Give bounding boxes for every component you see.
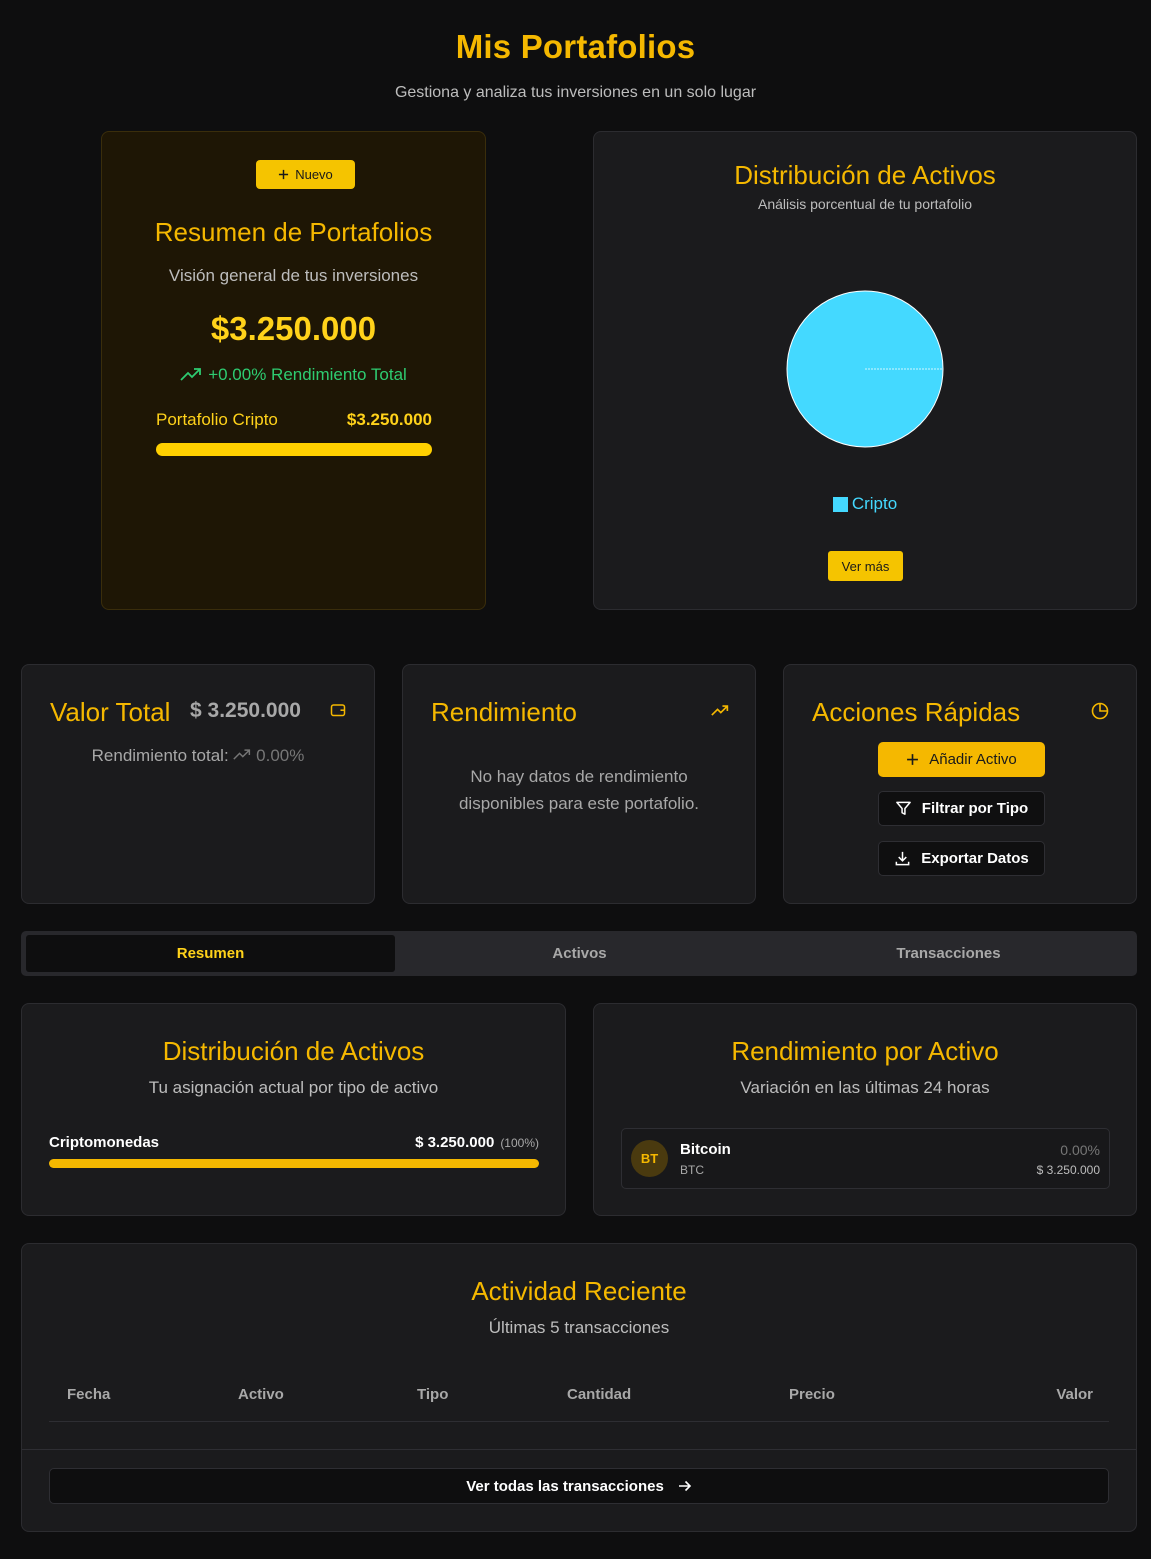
portfolio-row[interactable]: Portafolio Cripto $3.250.000 bbox=[156, 410, 432, 430]
page-subtitle: Gestiona y analiza tus inversiones en un… bbox=[394, 84, 757, 101]
portfolio-value: $3.250.000 bbox=[346, 410, 432, 429]
allocation-title: Distribución de Activos bbox=[162, 1036, 425, 1066]
performance-empty-message: No hay datos de rendimiento disponibles … bbox=[403, 763, 755, 817]
plus-icon bbox=[279, 169, 289, 180]
allocation-bar bbox=[49, 1159, 539, 1168]
asset-change: 0.00% bbox=[1060, 1142, 1100, 1158]
performance-card: Rendimiento No hay datos de rendimiento … bbox=[402, 664, 756, 904]
legend-swatch-cripto bbox=[832, 496, 848, 512]
asset-value: $ 3.250.000 bbox=[1036, 1163, 1100, 1177]
view-all-transactions-button[interactable]: Ver todas las transacciones bbox=[49, 1468, 1109, 1504]
column-header-tipo[interactable]: Tipo bbox=[417, 1386, 448, 1403]
pie-chart-icon bbox=[1091, 702, 1109, 720]
divider bbox=[22, 1449, 1136, 1450]
summary-title: Resumen de Portafolios bbox=[154, 217, 433, 247]
total-performance-pct: 0.00% bbox=[256, 746, 305, 765]
recent-activity-card: Actividad Reciente Últimas 5 transaccion… bbox=[21, 1243, 1137, 1532]
column-header-fecha[interactable]: Fecha bbox=[67, 1386, 110, 1403]
list-item[interactable]: BT Bitcoin BTC 0.00% $ 3.250.000 bbox=[621, 1128, 1110, 1189]
total-value-amount: $ 3.250.000 bbox=[190, 699, 301, 722]
total-performance-line: Rendimiento total: 0.00% bbox=[22, 746, 374, 766]
allocation-amount-group: $ 3.250.000 (100%) bbox=[415, 1134, 539, 1151]
distribution-chart-title: Distribución de Activos bbox=[734, 160, 996, 190]
asset-performance-title: Rendimiento por Activo bbox=[731, 1036, 999, 1066]
total-performance-label: Rendimiento total: bbox=[91, 746, 229, 765]
see-more-button[interactable]: Ver más bbox=[828, 551, 903, 581]
download-icon bbox=[895, 851, 910, 866]
activity-title: Actividad Reciente bbox=[471, 1276, 687, 1306]
allocation-card: Distribución de Activos Tu asignación ac… bbox=[21, 1003, 566, 1216]
pie-chart bbox=[786, 290, 944, 448]
summary-performance-text: +0.00% Rendimiento Total bbox=[208, 365, 407, 384]
quick-actions-title: Acciones Rápidas bbox=[812, 697, 1021, 727]
portfolio-summary-card: Nuevo Resumen de Portafolios Visión gene… bbox=[101, 131, 486, 610]
asset-performance-card: Rendimiento por Activo Variación en las … bbox=[593, 1003, 1137, 1216]
asset-symbol: BTC bbox=[680, 1163, 704, 1177]
trending-up-icon bbox=[711, 705, 729, 716]
wallet-icon bbox=[330, 704, 346, 717]
summary-performance: +0.00% Rendimiento Total bbox=[102, 365, 485, 385]
arrow-right-icon bbox=[678, 1480, 691, 1492]
tab-activos[interactable]: Activos bbox=[395, 935, 764, 972]
table-header: Fecha Activo Tipo Cantidad Precio Valor bbox=[49, 1386, 1109, 1422]
filter-by-type-button[interactable]: Filtrar por Tipo bbox=[878, 791, 1045, 826]
performance-message-line1: No hay datos de rendimiento bbox=[470, 767, 688, 786]
new-portfolio-button[interactable]: Nuevo bbox=[256, 160, 355, 189]
tab-transacciones[interactable]: Transacciones bbox=[764, 935, 1133, 972]
trending-up-icon bbox=[233, 749, 251, 760]
page-header: Mis Portafolios Gestiona y analiza tus i… bbox=[0, 28, 1151, 102]
trending-up-icon bbox=[180, 368, 202, 381]
export-label: Exportar Datos bbox=[921, 850, 1029, 867]
portfolio-progress-bar bbox=[156, 443, 432, 456]
total-value-title: Valor Total bbox=[50, 697, 171, 727]
distribution-chart-subtitle: Análisis porcentual de tu portafolio bbox=[757, 196, 973, 212]
export-data-button[interactable]: Exportar Datos bbox=[878, 841, 1045, 876]
add-asset-label: Añadir Activo bbox=[929, 751, 1017, 768]
column-header-precio[interactable]: Precio bbox=[789, 1386, 835, 1403]
performance-message-line2: disponibles para este portafolio. bbox=[458, 794, 700, 813]
activity-subtitle: Últimas 5 transacciones bbox=[488, 1318, 670, 1337]
total-value-card: Valor Total $ 3.250.000 Rendimiento tota… bbox=[21, 664, 375, 904]
filter-label: Filtrar por Tipo bbox=[921, 800, 1029, 817]
allocation-name: Criptomonedas bbox=[49, 1134, 160, 1151]
quick-actions-card: Acciones Rápidas Añadir Activo Filtrar p… bbox=[783, 664, 1137, 904]
asset-performance-subtitle: Variación en las últimas 24 horas bbox=[740, 1078, 990, 1097]
add-asset-button[interactable]: Añadir Activo bbox=[878, 742, 1045, 777]
chart-legend[interactable]: Cripto bbox=[594, 494, 1136, 514]
column-header-cantidad[interactable]: Cantidad bbox=[567, 1386, 631, 1403]
allocation-row: Criptomonedas $ 3.250.000 (100%) bbox=[49, 1134, 539, 1151]
tab-bar: Resumen Activos Transacciones bbox=[21, 931, 1137, 976]
asset-distribution-chart-card: Distribución de Activos Análisis porcent… bbox=[593, 131, 1137, 610]
portfolio-name: Portafolio Cripto bbox=[156, 410, 278, 429]
plus-icon bbox=[907, 754, 919, 765]
column-header-valor[interactable]: Valor bbox=[1056, 1386, 1093, 1403]
asset-name: Bitcoin bbox=[680, 1141, 731, 1158]
allocation-subtitle: Tu asignación actual por tipo de activo bbox=[148, 1078, 439, 1097]
filter-icon bbox=[895, 801, 911, 815]
tab-resumen[interactable]: Resumen bbox=[26, 935, 395, 972]
asset-avatar: BT bbox=[631, 1140, 668, 1177]
view-all-label: Ver todas las transacciones bbox=[466, 1477, 664, 1495]
legend-label-cripto: Cripto bbox=[851, 494, 898, 513]
summary-subtitle: Visión general de tus inversiones bbox=[168, 266, 419, 285]
allocation-value: $ 3.250.000 bbox=[415, 1134, 495, 1151]
summary-total-value: $3.250.000 bbox=[210, 310, 377, 347]
performance-title: Rendimiento bbox=[431, 697, 577, 727]
allocation-pct: (100%) bbox=[500, 1136, 539, 1150]
new-button-label: Nuevo bbox=[295, 167, 333, 182]
page-title: Mis Portafolios bbox=[455, 28, 696, 65]
column-header-activo[interactable]: Activo bbox=[238, 1386, 284, 1403]
